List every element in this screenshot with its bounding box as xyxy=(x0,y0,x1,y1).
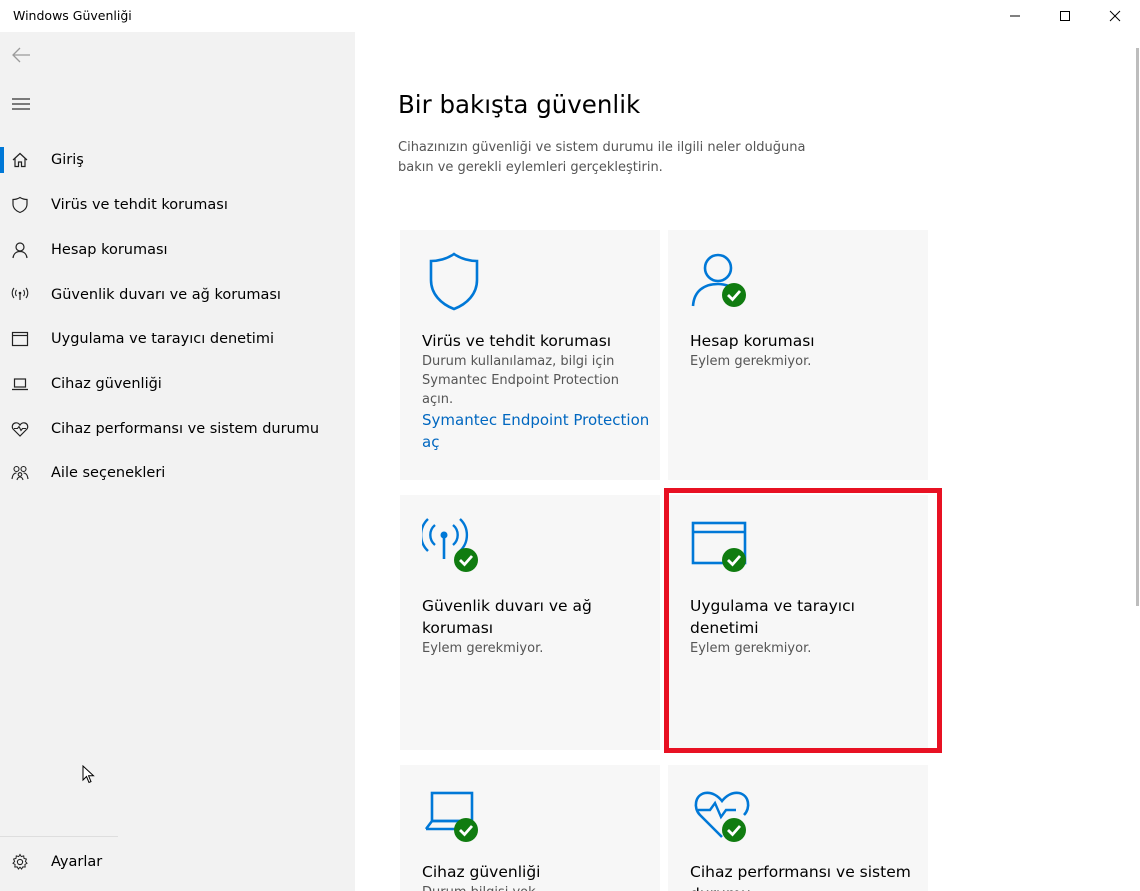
sidebar-item-label: Hesap koruması xyxy=(51,242,168,258)
close-icon xyxy=(1109,10,1121,22)
page-title: Bir bakışta güvenlik xyxy=(398,90,641,119)
sidebar-item-account-protection[interactable]: Hesap koruması xyxy=(0,230,355,270)
tile-title: Cihaz güvenliği xyxy=(422,863,541,881)
hamburger-icon xyxy=(12,98,30,110)
person-check-icon xyxy=(691,253,746,307)
laptop-check-icon xyxy=(424,791,478,842)
settings-label: Ayarlar xyxy=(51,854,103,870)
tile-virus-protection[interactable]: Virüs ve tehdit koruması Durum kullanıla… xyxy=(400,230,660,480)
maximize-button[interactable] xyxy=(1040,0,1090,32)
highlight-box xyxy=(664,488,942,753)
tile-status: Durum bilgisi yok. xyxy=(422,883,637,891)
tile-title: Virüs ve tehdit koruması xyxy=(422,332,612,350)
browser-window-icon xyxy=(10,329,30,349)
tile-device-security[interactable]: Cihaz güvenliği Durum bilgisi yok. xyxy=(400,765,660,891)
sidebar: Giriş Virüs ve tehdit koruması Hesap kor… xyxy=(0,32,355,891)
tile-title: Güvenlik duvarı ve ağ koruması xyxy=(422,597,592,637)
sidebar-item-device-security[interactable]: Cihaz güvenliği xyxy=(0,364,355,404)
sidebar-item-label: Güvenlik duvarı ve ağ koruması xyxy=(51,287,281,303)
back-arrow-icon xyxy=(12,47,30,63)
divider xyxy=(0,836,118,837)
main-content: Bir bakışta güvenlik Cihazınızın güvenli… xyxy=(355,32,1140,891)
sidebar-item-virus-protection[interactable]: Virüs ve tehdit koruması xyxy=(0,185,355,225)
sidebar-item-label: Cihaz performansı ve sistem durumu xyxy=(51,421,320,437)
gear-icon xyxy=(10,852,30,872)
scrollbar[interactable] xyxy=(1136,48,1139,606)
shield-icon xyxy=(429,252,479,311)
sidebar-item-app-browser-control[interactable]: Uygulama ve tarayıcı denetimi xyxy=(0,319,355,359)
tile-title: Cihaz performansı ve sistem durumu xyxy=(690,863,911,891)
title-bar: Windows Güvenliği xyxy=(0,0,1140,32)
sidebar-item-settings[interactable]: Ayarlar xyxy=(0,842,355,882)
sidebar-item-home[interactable]: Giriş xyxy=(0,140,355,180)
person-icon xyxy=(10,240,30,260)
heart-pulse-icon xyxy=(10,419,30,439)
sidebar-item-device-performance[interactable]: Cihaz performansı ve sistem durumu xyxy=(0,409,355,449)
open-symantec-link[interactable]: Symantec Endpoint Protection aç xyxy=(422,409,652,453)
close-button[interactable] xyxy=(1090,0,1140,32)
antenna-icon xyxy=(10,285,30,305)
sidebar-item-firewall[interactable]: Güvenlik duvarı ve ağ koruması xyxy=(0,275,355,315)
minimize-button[interactable] xyxy=(990,0,1040,32)
tile-device-performance[interactable]: Cihaz performansı ve sistem durumu xyxy=(668,765,928,891)
home-icon xyxy=(10,150,30,170)
laptop-icon xyxy=(10,374,30,394)
maximize-icon xyxy=(1060,11,1070,21)
sidebar-item-label: Aile seçenekleri xyxy=(51,465,166,481)
sidebar-item-label: Virüs ve tehdit koruması xyxy=(51,197,228,213)
family-icon xyxy=(10,463,30,483)
tile-status: Eylem gerekmiyor. xyxy=(690,354,812,369)
sidebar-item-label: Giriş xyxy=(51,152,84,168)
tile-firewall[interactable]: Güvenlik duvarı ve ağ koruması Eylem ger… xyxy=(400,495,660,750)
sidebar-item-label: Cihaz güvenliği xyxy=(51,376,162,392)
mouse-cursor-icon xyxy=(82,765,95,784)
heart-pulse-check-icon xyxy=(694,791,750,842)
antenna-check-icon xyxy=(422,518,478,572)
tile-account-protection[interactable]: Hesap koruması Eylem gerekmiyor. xyxy=(668,230,928,480)
sidebar-item-label: Uygulama ve tarayıcı denetimi xyxy=(51,331,274,347)
tile-status: Eylem gerekmiyor. xyxy=(422,641,544,656)
page-description: Cihazınızın güvenliği ve sistem durumu i… xyxy=(398,140,806,175)
shield-icon xyxy=(10,195,30,215)
menu-button[interactable] xyxy=(6,89,36,119)
back-button[interactable] xyxy=(6,40,36,70)
window-title: Windows Güvenliği xyxy=(13,8,132,23)
tile-title: Hesap koruması xyxy=(690,332,815,350)
minimize-icon xyxy=(1010,15,1020,17)
sidebar-item-family-options[interactable]: Aile seçenekleri xyxy=(0,453,355,493)
tile-status: Durum kullanılamaz, bilgi için Symantec … xyxy=(422,354,619,407)
